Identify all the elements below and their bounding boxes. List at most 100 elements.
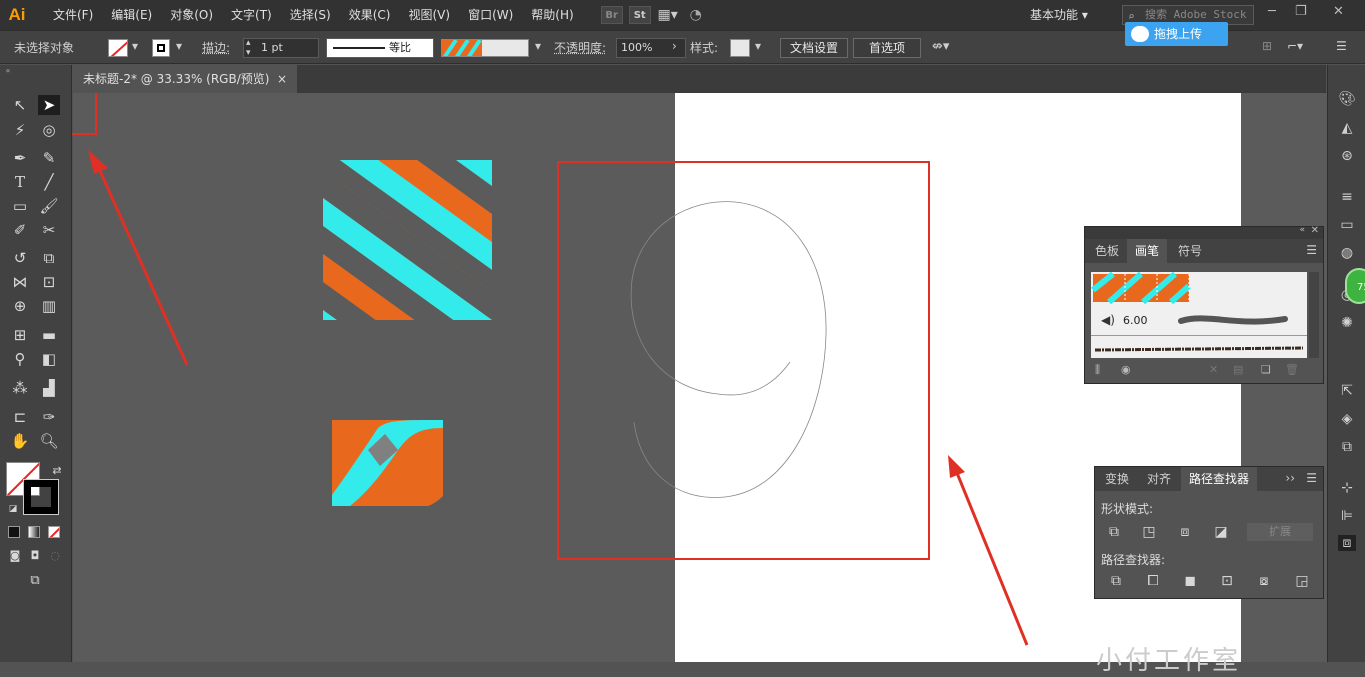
brushes-collapse-icon[interactable]: « — [1299, 225, 1305, 235]
tab-brushes[interactable]: 画笔 — [1127, 239, 1168, 263]
zoom-tool-icon[interactable]: 🔍︎ — [38, 431, 60, 451]
color-mode-icon[interactable] — [8, 526, 20, 538]
pathfinder-expand-panel-icon[interactable]: ›› — [1285, 471, 1295, 485]
restore-icon[interactable]: ❐ — [1295, 4, 1307, 19]
menu-edit[interactable]: 编辑(E) — [102, 0, 161, 30]
transform-icon[interactable]: ⌐▾ — [1287, 39, 1303, 53]
none-mode-icon[interactable] — [48, 526, 60, 538]
brush-libraries-icon[interactable]: ⫼ — [1095, 363, 1100, 377]
pathfinder-panel-icon[interactable]: ⧈ — [1338, 535, 1356, 551]
document-tab[interactable]: 未标题-2* @ 33.33% (RGB/预览) × — [72, 65, 297, 93]
bridge-icon[interactable]: Br — [600, 6, 623, 24]
gradient-tool-icon[interactable]: ▬ — [38, 325, 60, 345]
unite-icon[interactable]: ⧉ — [1103, 522, 1125, 542]
selection-tool-icon[interactable]: ↖ — [9, 95, 31, 115]
pattern-brush-item[interactable] — [1091, 272, 1307, 304]
tab-align[interactable]: 对齐 — [1139, 467, 1179, 491]
minimize-icon[interactable]: ─ — [1268, 4, 1276, 19]
transform-panel-icon[interactable]: ⊹ — [1338, 480, 1356, 496]
gradient-panel-icon[interactable]: ▭ — [1338, 217, 1356, 233]
brush-dropdown-icon[interactable]: ▾ — [535, 39, 541, 53]
charcoal-brush-item[interactable] — [1091, 338, 1307, 358]
menu-window[interactable]: 窗口(W) — [459, 0, 522, 30]
magic-wand-tool-icon[interactable]: ⚡ — [9, 120, 31, 140]
default-colors-icon[interactable]: ◪ — [2, 499, 24, 519]
graph-tool-icon[interactable]: ▟ — [38, 378, 60, 398]
color-panel-icon[interactable]: 🎨︎ — [1338, 91, 1356, 107]
artboards-panel-icon[interactable]: ⧉ — [1338, 439, 1356, 455]
draw-normal-icon[interactable]: ◙ — [4, 545, 26, 565]
stroke-label[interactable]: 描边: — [202, 39, 230, 56]
stroke-color-icon[interactable] — [23, 479, 59, 515]
shaper-tool-icon[interactable]: ✐ — [9, 220, 31, 240]
workspace-switcher[interactable]: 基本功能 ▾ — [1030, 0, 1088, 30]
scale-tool-icon[interactable]: ⧉ — [38, 248, 60, 268]
fill-dropdown-icon[interactable]: ▾ — [132, 39, 138, 53]
blend-tool-icon[interactable]: ◧ — [38, 349, 60, 369]
draw-behind-icon[interactable]: ◘ — [24, 545, 46, 565]
menu-type[interactable]: 文字(T) — [222, 0, 281, 30]
rotate-tool-icon[interactable]: ↺ — [9, 248, 31, 268]
calligraphic-brush-item[interactable]: ◀) 6.00 — [1091, 306, 1307, 336]
outline-icon[interactable]: ⧇ — [1253, 571, 1275, 591]
width-tool-icon[interactable]: ⋈ — [9, 272, 31, 292]
paintbrush-tool-icon[interactable]: 🖌 — [38, 196, 60, 216]
stroke-stepper-icon[interactable]: ▴ ▾ — [246, 38, 251, 58]
minus-front-icon[interactable]: ◳ — [1138, 522, 1160, 542]
intersect-icon[interactable]: ⧈ — [1174, 522, 1196, 542]
screen-mode-icon[interactable]: ⧉ — [24, 570, 46, 590]
asset-export-icon[interactable]: ⇱ — [1338, 383, 1356, 399]
tab-symbols[interactable]: 符号 — [1170, 239, 1210, 263]
stroke-weight-field[interactable]: 1 pt — [243, 38, 319, 58]
graphic-style-swatch[interactable] — [730, 39, 750, 57]
gradient-mode-icon[interactable] — [28, 526, 40, 538]
exclude-icon[interactable]: ◪ — [1210, 522, 1232, 542]
brushes-close-icon[interactable]: ✕ — [1311, 225, 1319, 236]
lasso-tool-icon[interactable]: ◎ — [38, 120, 60, 140]
tab-pathfinder[interactable]: 路径查找器 — [1181, 467, 1258, 491]
tab-transform[interactable]: 变换 — [1097, 467, 1137, 491]
graphic-styles-icon[interactable]: ✺ — [1338, 315, 1356, 331]
free-transform-tool-icon[interactable]: ⊡ — [38, 272, 60, 292]
merge-icon[interactable]: ◼ — [1179, 571, 1201, 591]
stroke-profile-select[interactable]: 等比 — [326, 38, 434, 58]
css-properties-icon[interactable]: ⊛ — [1338, 148, 1356, 164]
stroke-swatch[interactable] — [152, 39, 170, 57]
tab-swatches[interactable]: 色板 — [1087, 239, 1127, 263]
direct-selection-tool-icon[interactable]: ➤ — [38, 95, 60, 115]
artboard-tool-icon[interactable]: ⊏ — [9, 407, 31, 427]
opacity-arrow-icon[interactable]: › — [672, 39, 677, 53]
shape-builder-tool-icon[interactable]: ⊕ — [9, 296, 31, 316]
pathfinder-menu-icon[interactable]: ☰ — [1306, 471, 1317, 485]
gpu-performance-icon[interactable]: ◔ — [685, 6, 707, 24]
fill-swatch[interactable] — [108, 39, 128, 57]
minus-back-icon[interactable]: ◲ — [1291, 571, 1313, 591]
new-brush-icon[interactable]: ❏ — [1261, 363, 1271, 376]
brushes-menu-icon[interactable]: ☰ — [1306, 243, 1317, 257]
type-tool-icon[interactable]: T — [9, 172, 31, 192]
select-similar-icon[interactable]: ⇎▾ — [932, 39, 949, 54]
style-dropdown-icon[interactable]: ▾ — [755, 39, 761, 53]
crop-icon[interactable]: ⊡ — [1216, 571, 1238, 591]
eyedropper-tool-icon[interactable]: ⚲ — [9, 349, 31, 369]
swap-colors-icon[interactable]: ⇄ — [46, 460, 68, 480]
upload-button[interactable]: 拖拽上传 — [1125, 22, 1228, 46]
menu-select[interactable]: 选择(S) — [281, 0, 340, 30]
symbol-sprayer-tool-icon[interactable]: ⁂ — [9, 378, 31, 398]
document-setup-button[interactable]: 文档设置 — [780, 38, 848, 58]
menu-view[interactable]: 视图(V) — [399, 0, 459, 30]
collapse-toolbar-icon[interactable]: « — [0, 65, 16, 75]
tab-close-icon[interactable]: × — [277, 65, 287, 93]
stroke-dropdown-icon[interactable]: ▾ — [176, 39, 182, 53]
trim-icon[interactable]: ⧠ — [1142, 571, 1164, 591]
menu-object[interactable]: 对象(O) — [161, 0, 222, 30]
slice-tool-icon[interactable]: ✑ — [38, 407, 60, 427]
scissors-tool-icon[interactable]: ✂ — [38, 220, 60, 240]
arrange-documents-icon[interactable]: ▦▾ — [657, 6, 679, 24]
hand-tool-icon[interactable]: ✋ — [9, 431, 31, 451]
pen-tool-icon[interactable]: ✒ — [9, 148, 31, 168]
mesh-tool-icon[interactable]: ⊞ — [9, 325, 31, 345]
menu-help[interactable]: 帮助(H) — [522, 0, 582, 30]
opacity-label[interactable]: 不透明度: — [554, 39, 606, 56]
draw-inside-icon[interactable]: ◌ — [44, 545, 66, 565]
